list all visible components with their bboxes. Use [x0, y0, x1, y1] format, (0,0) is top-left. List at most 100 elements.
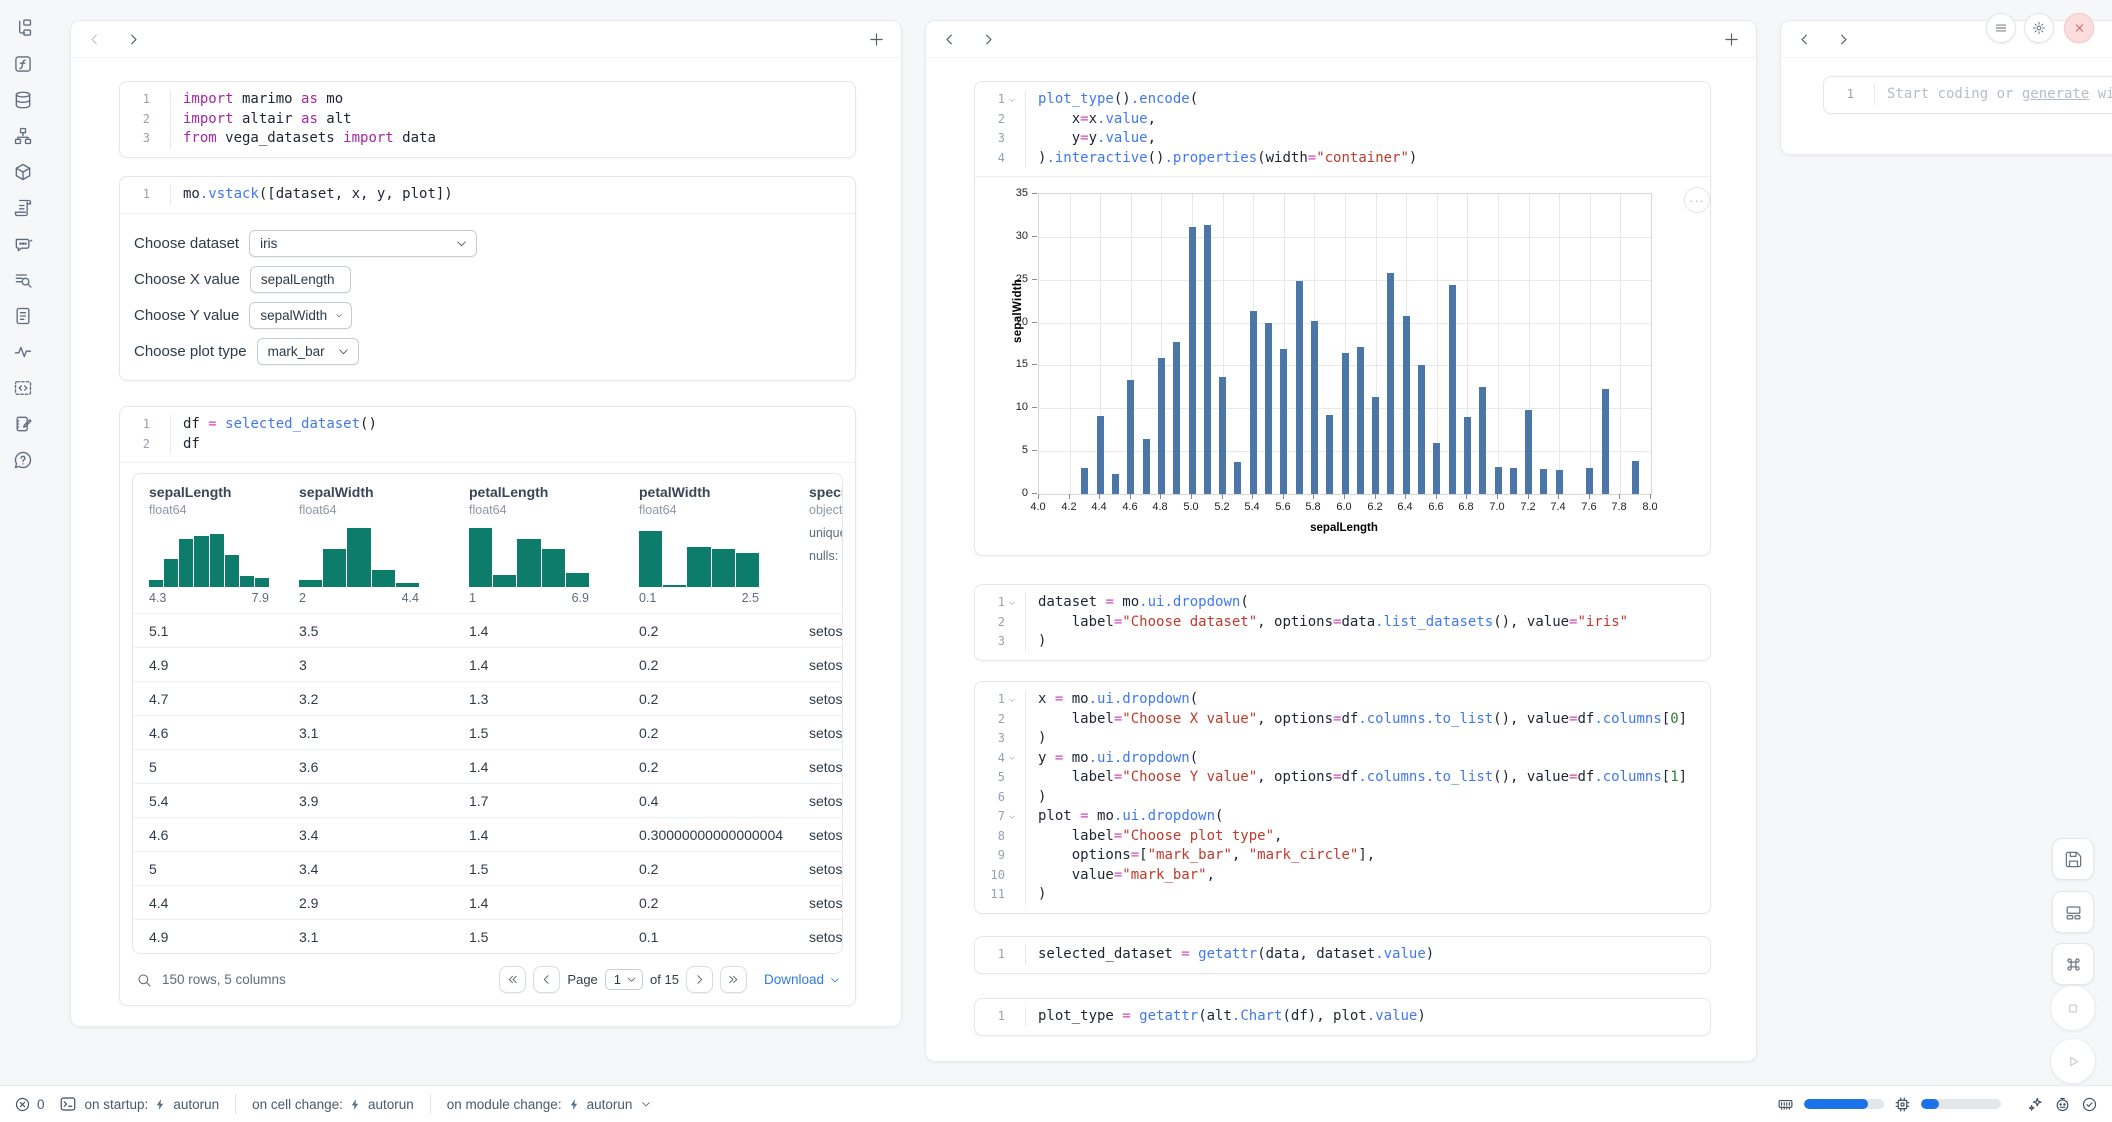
code-editor[interactable]: 1df = selected_dataset()2df	[120, 407, 855, 462]
save-button[interactable]	[2052, 838, 2094, 880]
code-line[interactable]: 11)	[981, 885, 1698, 905]
dropdown-choose-x-value[interactable]: sepalLength	[250, 266, 351, 293]
notebook-icon[interactable]	[11, 412, 35, 436]
function-icon[interactable]	[11, 52, 35, 76]
chat-bot-icon[interactable]	[11, 232, 35, 256]
code-editor[interactable]: 1dataset = mo.ui.dropdown(2 label="Choos…	[975, 585, 1710, 660]
script-icon[interactable]	[11, 196, 35, 220]
errors-indicator[interactable]: 0	[14, 1096, 45, 1113]
stop-button[interactable]	[2050, 985, 2096, 1031]
autorun-setting[interactable]: on cell change:autorun	[252, 1097, 414, 1112]
code-editor[interactable]: 1selected_dataset = getattr(data, datase…	[975, 937, 1710, 973]
code-editor[interactable]: 1mo.vstack([dataset, x, y, plot])	[120, 177, 855, 213]
last-page-button[interactable]	[720, 966, 747, 993]
cell-vstack[interactable]: 1mo.vstack([dataset, x, y, plot]) Choose…	[119, 176, 856, 381]
code-snippet-icon[interactable]	[11, 376, 35, 400]
connection-status-icon[interactable]	[2081, 1096, 2098, 1113]
table-row[interactable]: 4.93.11.50.1setosa	[133, 919, 842, 953]
keyboard-shortcuts-button[interactable]	[2052, 943, 2094, 985]
cell-dataset-dropdown[interactable]: 1dataset = mo.ui.dropdown(2 label="Choos…	[974, 584, 1711, 661]
package-icon[interactable]	[11, 160, 35, 184]
code-line[interactable]: 3 y=y.value,	[981, 129, 1698, 149]
code-line[interactable]: 1import marimo as mo	[126, 90, 843, 110]
code-line[interactable]: 2 x=x.value,	[981, 110, 1698, 130]
altair-chart[interactable]: sepalWidth sepalLength ··· 0510152025303…	[982, 181, 1710, 549]
chevron-right-icon[interactable]	[1836, 32, 1851, 47]
cell-selected-dataset[interactable]: 1selected_dataset = getattr(data, datase…	[974, 936, 1711, 974]
chart-menu-button[interactable]: ···	[1684, 187, 1710, 213]
run-button[interactable]	[2050, 1038, 2096, 1084]
fold-icon[interactable]	[1005, 813, 1019, 821]
cell-dataframe[interactable]: 1df = selected_dataset()2df sepalLengthf…	[119, 406, 856, 1006]
code-editor[interactable]: 1plot_type().encode(2 x=x.value,3 y=y.va…	[975, 82, 1710, 176]
fold-icon[interactable]	[1005, 754, 1019, 762]
search-list-icon[interactable]	[11, 268, 35, 292]
dropdown-choose-plot-type[interactable]: mark_bar	[257, 338, 359, 365]
first-page-button[interactable]	[499, 966, 526, 993]
table-row[interactable]: 5.43.91.70.4setosa	[133, 783, 842, 817]
cell-empty[interactable]: 1Start coding or generate with	[1823, 76, 2112, 114]
menu-button[interactable]	[1986, 13, 2016, 43]
table-row[interactable]: 4.63.41.40.30000000000000004setosa	[133, 817, 842, 851]
column-header-petalWidth[interactable]: petalWidthfloat640.12.5	[623, 484, 793, 605]
cell-xy-plot-dropdowns[interactable]: 1x = mo.ui.dropdown(2 label="Choose X va…	[974, 681, 1711, 914]
search-icon[interactable]	[136, 972, 152, 988]
database-icon[interactable]	[11, 88, 35, 112]
code-line[interactable]: 10 value="mark_bar",	[981, 866, 1698, 886]
code-line[interactable]: 1x = mo.ui.dropdown(	[981, 690, 1698, 710]
code-editor[interactable]: 1x = mo.ui.dropdown(2 label="Choose X va…	[975, 682, 1710, 913]
fold-icon[interactable]	[1005, 599, 1019, 607]
activity-icon[interactable]	[11, 340, 35, 364]
code-line[interactable]: 3)	[981, 729, 1698, 749]
code-editor[interactable]: 1import marimo as mo2import altair as al…	[120, 82, 855, 157]
code-line[interactable]: 1selected_dataset = getattr(data, datase…	[981, 945, 1698, 965]
chevron-right-icon[interactable]	[981, 32, 996, 47]
autorun-setting[interactable]: on module change:autorun	[447, 1097, 653, 1112]
autorun-setting[interactable]: on startup:autorun	[85, 1097, 220, 1112]
fold-icon[interactable]	[1005, 696, 1019, 704]
column-header-petalLength[interactable]: petalLengthfloat6416.9	[453, 484, 623, 605]
table-row[interactable]: 5.13.51.40.2setosa	[133, 613, 842, 647]
code-line[interactable]: 4).interactive().properties(width="conta…	[981, 149, 1698, 169]
code-line[interactable]: 1dataset = mo.ui.dropdown(	[981, 593, 1698, 613]
table-row[interactable]: 4.42.91.40.2setosa	[133, 885, 842, 919]
terminal-button[interactable]	[59, 1095, 77, 1113]
add-column-icon[interactable]	[868, 31, 885, 48]
shutdown-button[interactable]	[2064, 13, 2094, 43]
code-line[interactable]: 7plot = mo.ui.dropdown(	[981, 807, 1698, 827]
code-line[interactable]: 3)	[981, 632, 1698, 652]
cell-imports[interactable]: 1import marimo as mo2import altair as al…	[119, 81, 856, 158]
layout-button[interactable]	[2052, 891, 2094, 933]
fold-icon[interactable]	[1005, 96, 1019, 104]
code-line[interactable]: 3from vega_datasets import data	[126, 129, 843, 149]
code-line[interactable]: 1plot_type().encode(	[981, 90, 1698, 110]
chevron-left-icon[interactable]	[87, 32, 102, 47]
code-line[interactable]: 1plot_type = getattr(alt.Chart(df), plot…	[981, 1007, 1698, 1027]
dropdown-choose-y-value[interactable]: sepalWidth	[249, 302, 352, 329]
file-tree-icon[interactable]	[11, 16, 35, 40]
download-button[interactable]: Download	[764, 972, 841, 987]
code-line[interactable]: 2import altair as alt	[126, 110, 843, 130]
table-row[interactable]: 4.73.21.30.2setosa	[133, 681, 842, 715]
code-line[interactable]: 8 label="Choose plot type",	[981, 827, 1698, 847]
ai-sparkle-icon[interactable]	[2027, 1096, 2044, 1113]
code-line[interactable]: 2df	[126, 435, 843, 455]
code-line[interactable]: 4y = mo.ui.dropdown(	[981, 749, 1698, 769]
code-line[interactable]: 2 label="Choose X value", options=df.col…	[981, 710, 1698, 730]
document-icon[interactable]	[11, 304, 35, 328]
help-icon[interactable]	[11, 448, 35, 472]
cell-plot-type[interactable]: 1plot_type = getattr(alt.Chart(df), plot…	[974, 998, 1711, 1036]
code-line[interactable]: 1Start coding or generate with	[1830, 85, 2112, 105]
chatbot-icon[interactable]	[2054, 1096, 2071, 1113]
hierarchy-icon[interactable]	[11, 124, 35, 148]
column-header-sepalLength[interactable]: sepalLengthfloat644.37.9	[133, 484, 283, 605]
table-row[interactable]: 4.931.40.2setosa	[133, 647, 842, 681]
code-line[interactable]: 1df = selected_dataset()	[126, 415, 843, 435]
next-page-button[interactable]	[686, 966, 713, 993]
table-row[interactable]: 4.63.11.50.2setosa	[133, 715, 842, 749]
page-select[interactable]: 1	[605, 969, 643, 990]
add-column-icon[interactable]	[1723, 31, 1740, 48]
prev-page-button[interactable]	[533, 966, 560, 993]
column-header-species[interactable]: speciesobjectunique:nulls:	[793, 484, 843, 605]
table-row[interactable]: 53.61.40.2setosa	[133, 749, 842, 783]
